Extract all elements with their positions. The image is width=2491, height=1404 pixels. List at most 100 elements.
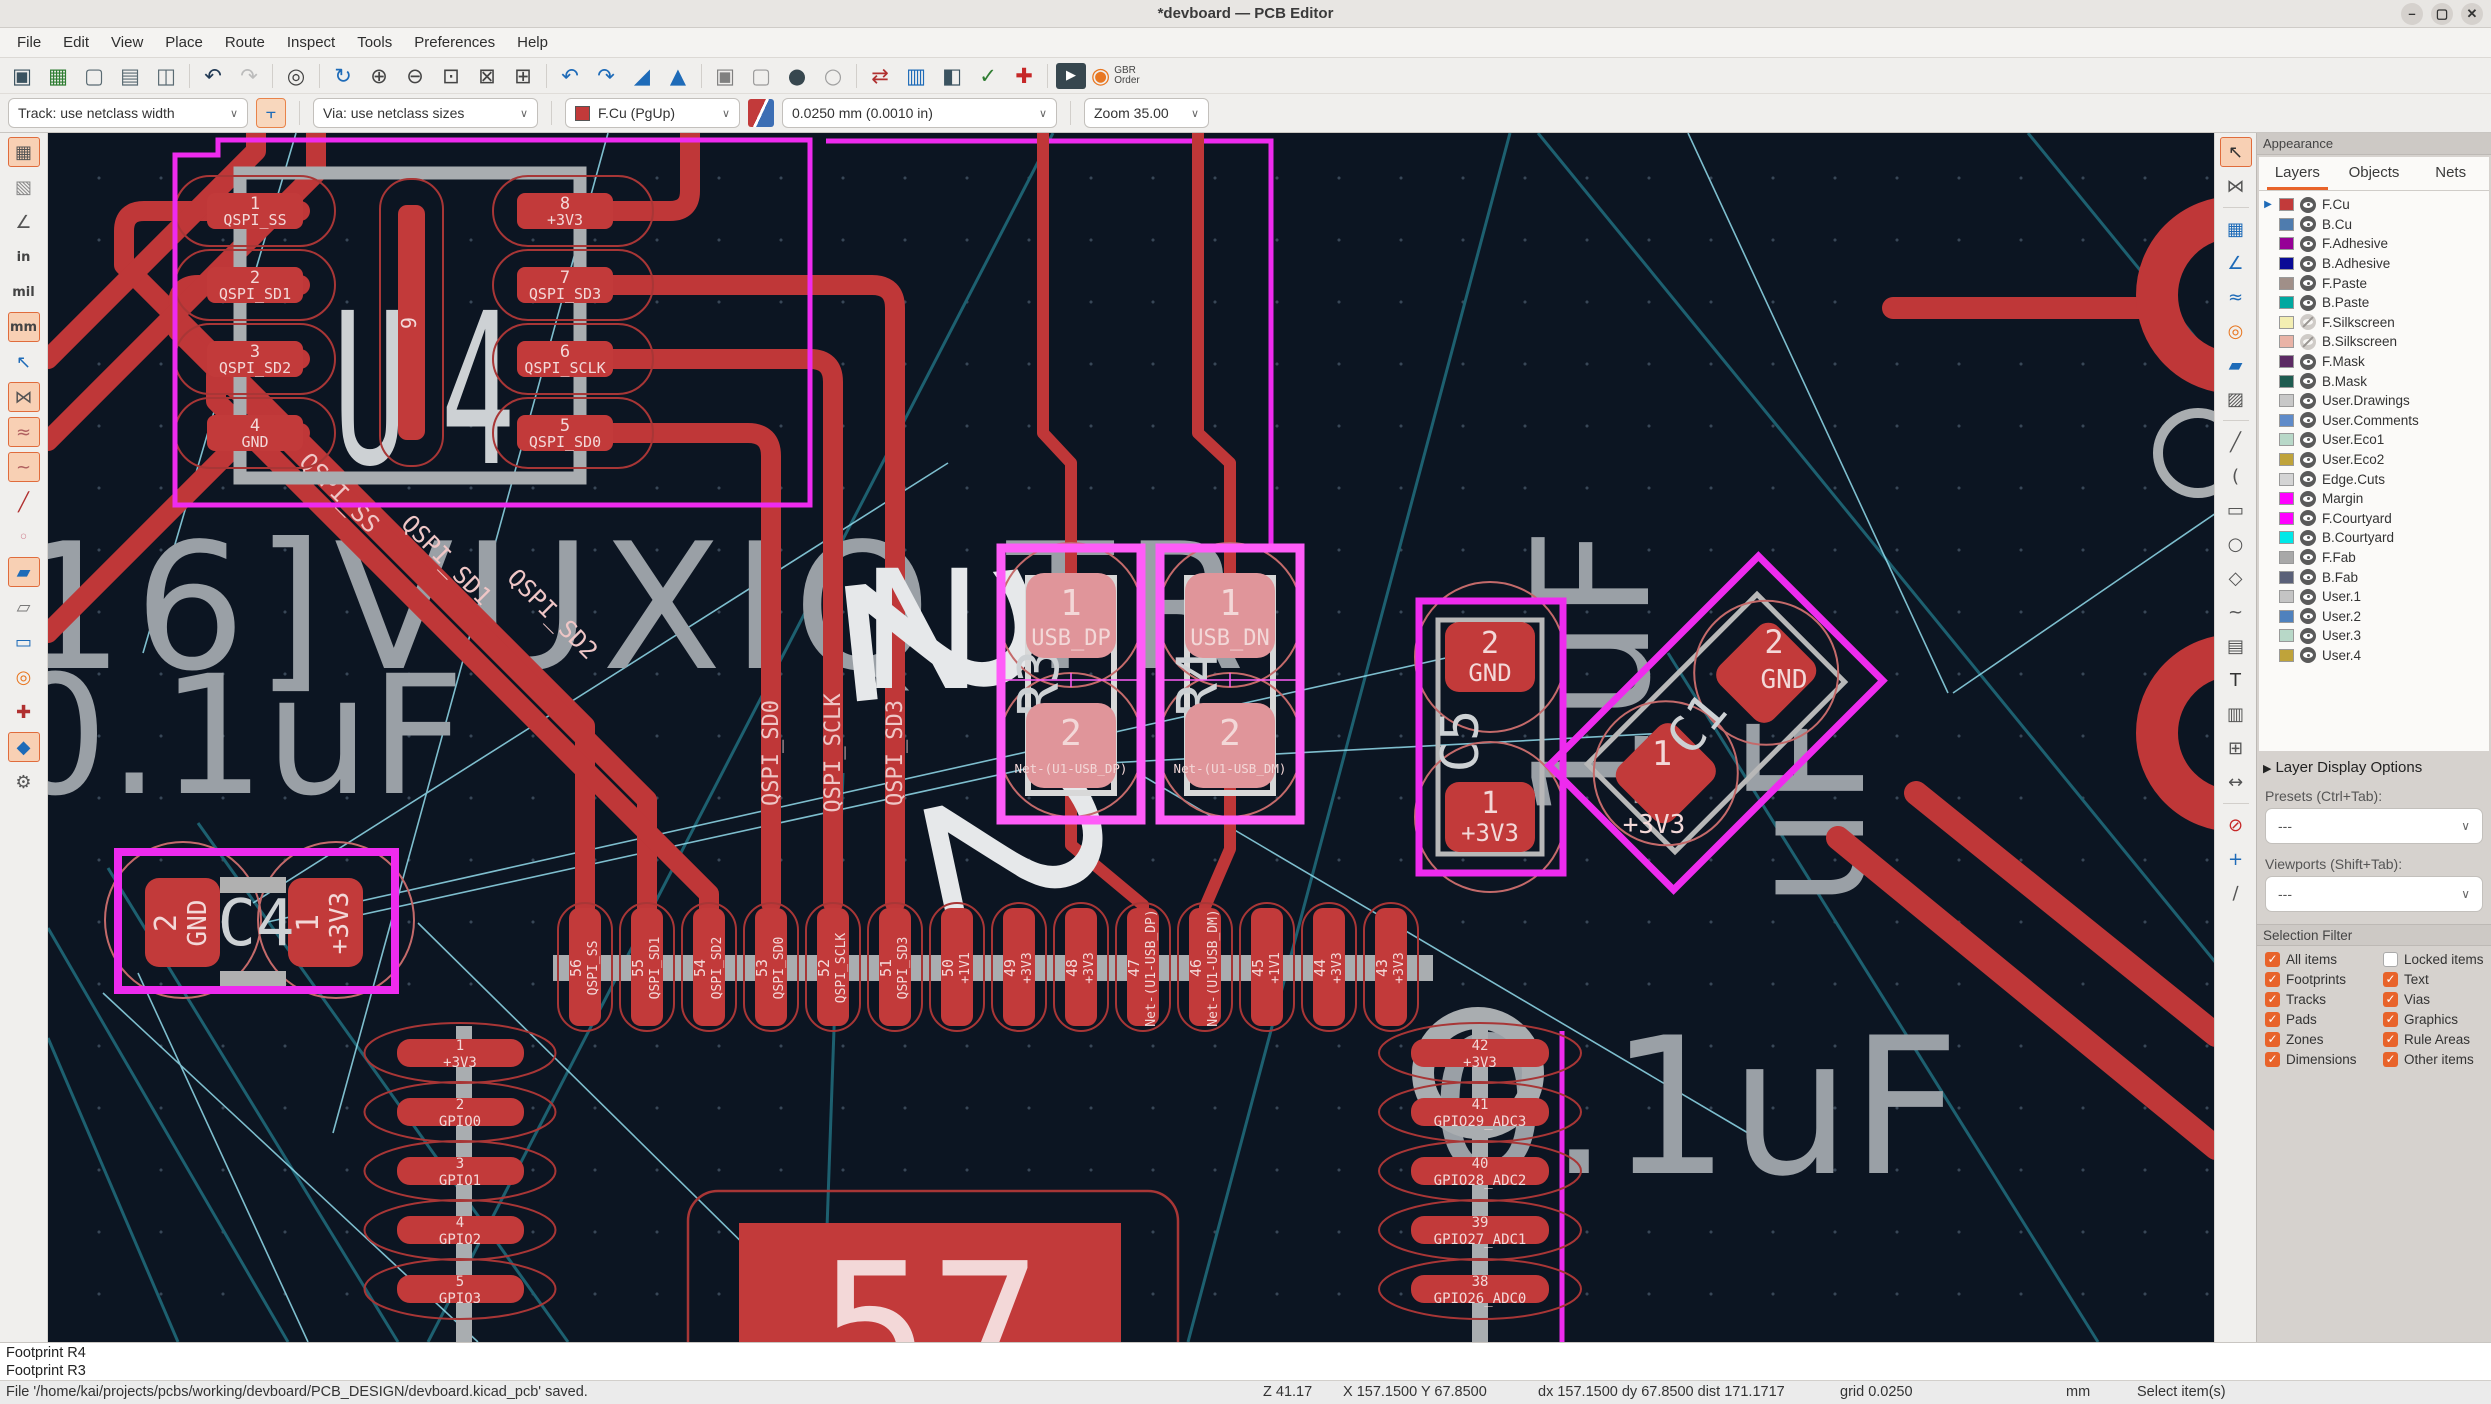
- eye-visible-icon[interactable]: [2300, 452, 2316, 468]
- tab-nets[interactable]: Nets: [2412, 157, 2489, 190]
- menu-file[interactable]: File: [6, 28, 52, 58]
- place-footprint-icon[interactable]: ▦: [2220, 214, 2252, 244]
- via-display-icon[interactable]: ◦: [8, 522, 40, 552]
- layers-manager-icon[interactable]: ◆: [8, 732, 40, 762]
- checkbox-checked-icon[interactable]: ✓: [2265, 992, 2280, 1007]
- flip-board-view-icon[interactable]: ◢: [624, 61, 660, 91]
- layer-color-swatch[interactable]: [2279, 394, 2294, 407]
- layer-row-b.cu[interactable]: B.Cu: [2259, 215, 2489, 235]
- eye-visible-icon[interactable]: [2300, 608, 2316, 624]
- track-display-icon[interactable]: ╱: [8, 487, 40, 517]
- filter-footprints[interactable]: ✓Footprints: [2265, 972, 2383, 987]
- filter-zones[interactable]: ✓Zones: [2265, 1032, 2383, 1047]
- filter-tracks[interactable]: ✓Tracks: [2265, 992, 2383, 1007]
- lock-icon[interactable]: ●: [779, 61, 815, 91]
- layer-row-f.paste[interactable]: F.Paste: [2259, 273, 2489, 293]
- units-mils-icon[interactable]: mil: [8, 277, 40, 307]
- footprint-c4[interactable]: 2 GND 1 +3V3 C4: [105, 842, 414, 998]
- 3d-viewer-icon[interactable]: ◧: [934, 61, 970, 91]
- add-via-icon[interactable]: ◎: [2220, 316, 2252, 346]
- layer-row-f.silkscreen[interactable]: F.Silkscreen: [2259, 313, 2489, 333]
- layer-row-user.eco1[interactable]: User.Eco1: [2259, 430, 2489, 450]
- save-icon[interactable]: ▣: [4, 61, 40, 91]
- menu-tools[interactable]: Tools: [346, 28, 403, 58]
- layer-display-options[interactable]: ▶Layer Display Options: [2263, 759, 2485, 776]
- eye-visible-icon[interactable]: [2300, 354, 2316, 370]
- draw-circle-icon[interactable]: ○: [2220, 529, 2252, 559]
- eye-visible-icon[interactable]: [2300, 393, 2316, 409]
- layer-row-b.paste[interactable]: B.Paste: [2259, 293, 2489, 313]
- zoom-out-icon[interactable]: ⊖: [397, 61, 433, 91]
- checkbox-checked-icon[interactable]: ✓: [2383, 1052, 2398, 1067]
- checkbox-checked-icon[interactable]: ✓: [2383, 992, 2398, 1007]
- layer-color-swatch[interactable]: [2279, 335, 2294, 348]
- filter-rule-areas[interactable]: ✓Rule Areas: [2383, 1032, 2491, 1047]
- eye-visible-icon[interactable]: [2300, 569, 2316, 585]
- layer-row-b.fab[interactable]: B.Fab: [2259, 567, 2489, 587]
- drc-icon[interactable]: ✓: [970, 61, 1006, 91]
- footprint-c5[interactable]: C5 2 GND 1 +3V3: [1415, 582, 1565, 892]
- eye-visible-icon[interactable]: [2300, 373, 2316, 389]
- layer-color-swatch[interactable]: [2279, 218, 2294, 231]
- menu-help[interactable]: Help: [506, 28, 559, 58]
- checkbox-checked-icon[interactable]: ✓: [2383, 1032, 2398, 1047]
- filter-pads[interactable]: ✓Pads: [2265, 1012, 2383, 1027]
- net-inspector-icon[interactable]: ✚: [1006, 61, 1042, 91]
- page-settings-icon[interactable]: ▢: [76, 61, 112, 91]
- draw-polygon-icon[interactable]: ◇: [2220, 563, 2252, 593]
- filter-all-items[interactable]: ✓All items: [2265, 952, 2383, 967]
- filter-graphics[interactable]: ✓Graphics: [2383, 1012, 2491, 1027]
- via-size-select[interactable]: Via: use netclass sizes∨: [313, 98, 538, 128]
- checkbox-checked-icon[interactable]: ✓: [2265, 1012, 2280, 1027]
- redo-icon[interactable]: ↷: [231, 61, 267, 91]
- layer-color-swatch[interactable]: [2279, 551, 2294, 564]
- group-icon[interactable]: ▣: [707, 61, 743, 91]
- close-button[interactable]: ✕: [2461, 3, 2483, 25]
- layer-row-b.mask[interactable]: B.Mask: [2259, 371, 2489, 391]
- checkbox-checked-icon[interactable]: ✓: [2383, 1012, 2398, 1027]
- layer-color-swatch[interactable]: [2279, 492, 2294, 505]
- layer-row-edge.cuts[interactable]: Edge.Cuts: [2259, 469, 2489, 489]
- tune-length-icon[interactable]: ≈: [2220, 282, 2252, 312]
- layer-color-swatch[interactable]: [2279, 414, 2294, 427]
- eye-hidden-icon[interactable]: [2300, 334, 2316, 350]
- eye-visible-icon[interactable]: [2300, 275, 2316, 291]
- grid-origin-icon[interactable]: +: [2220, 844, 2252, 874]
- mirror-icon[interactable]: ▲: [660, 61, 696, 91]
- zoom-selection-icon[interactable]: ⊞: [505, 61, 541, 91]
- layer-color-swatch[interactable]: [2279, 316, 2294, 329]
- eye-visible-icon[interactable]: [2300, 589, 2316, 605]
- filter-vias[interactable]: ✓Vias: [2383, 992, 2491, 1007]
- rotate-cw-icon[interactable]: ↷: [588, 61, 624, 91]
- big-pad-57[interactable]: 57: [688, 1191, 1178, 1342]
- layer-row-user.comments[interactable]: User.Comments: [2259, 411, 2489, 431]
- cursor-shape-icon[interactable]: ↖: [8, 347, 40, 377]
- filter-other-items[interactable]: ✓Other items: [2383, 1052, 2491, 1067]
- zone-display-icon[interactable]: ▰: [8, 557, 40, 587]
- edge-pad[interactable]: [2157, 217, 2216, 373]
- layer-color-swatch[interactable]: [2279, 277, 2294, 290]
- refresh-view-icon[interactable]: ↻: [325, 61, 361, 91]
- layer-color-swatch[interactable]: [2279, 571, 2294, 584]
- eye-visible-icon[interactable]: [2300, 216, 2316, 232]
- add-textbox-icon[interactable]: ▥: [2220, 699, 2252, 729]
- pcb-canvas[interactable]: 16]VUXIQ TR 0.1uF 0.1uF 1uF uF: [48, 133, 2216, 1342]
- gbr-order-plugin[interactable]: ◉GBR Order: [1091, 63, 1152, 89]
- curved-ratsnest-icon[interactable]: ≈: [8, 417, 40, 447]
- eye-visible-icon[interactable]: [2300, 412, 2316, 428]
- checkbox-checked-icon[interactable]: ✓: [2265, 952, 2280, 967]
- unlock-icon[interactable]: ○: [815, 61, 851, 91]
- eye-visible-icon[interactable]: [2300, 491, 2316, 507]
- layer-row-user.eco2[interactable]: User.Eco2: [2259, 450, 2489, 470]
- units-inches-icon[interactable]: in: [8, 242, 40, 272]
- eye-hidden-icon[interactable]: [2300, 314, 2316, 330]
- clearance-display-icon[interactable]: ✚: [8, 697, 40, 727]
- measure-icon[interactable]: ∕: [2220, 878, 2252, 908]
- scripting-console-icon[interactable]: ▶: [1056, 63, 1086, 89]
- layer-color-swatch[interactable]: [2279, 257, 2294, 270]
- eye-visible-icon[interactable]: [2300, 432, 2316, 448]
- grid-icon[interactable]: ▦: [8, 137, 40, 167]
- zone-outlines-icon[interactable]: ▱: [8, 592, 40, 622]
- tab-objects[interactable]: Objects: [2336, 157, 2413, 190]
- eye-visible-icon[interactable]: [2300, 236, 2316, 252]
